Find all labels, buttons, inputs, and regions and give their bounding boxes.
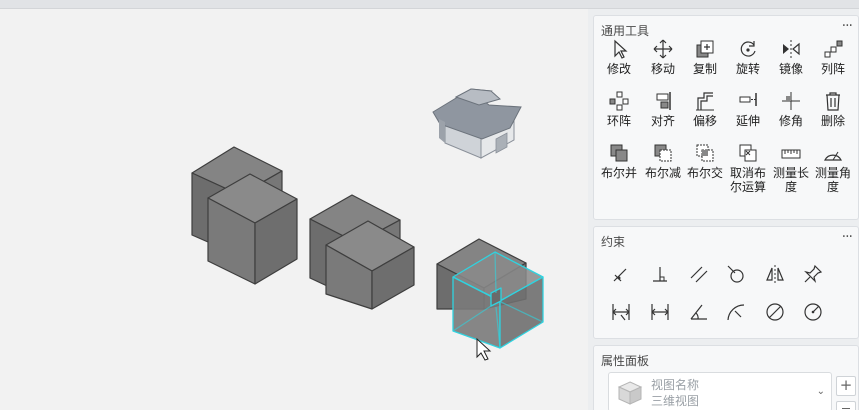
view-name-label: 视图名称 (651, 378, 700, 392)
parallel-constraint-icon[interactable] (688, 263, 710, 285)
view-name-value: 三维视图 (651, 394, 700, 408)
panel-title-properties: 属性面板 (601, 354, 650, 368)
right-sidebar: 通用工具 ··· 修改 移动 复制 旋转 镜像 列阵环阵 对齐 偏移 延伸 修角 删除布尔并 布尔减布… (588, 9, 859, 410)
move-icon (653, 39, 673, 59)
tangent-constraint-icon[interactable] (725, 263, 747, 285)
tool-label: 列阵 (820, 62, 845, 76)
tool-label: 镜像 (778, 62, 803, 76)
cancel-boolean-icon (739, 144, 757, 162)
view-cube-house[interactable] (432, 88, 522, 159)
tool-label: 修改 (606, 62, 631, 76)
view-selector[interactable]: 视图名称 三维视图 ⌄ (608, 372, 832, 410)
tool-label: 移动 (650, 62, 675, 76)
chevron-down-icon[interactable]: ⌄ (817, 386, 825, 397)
view-cube-icon (617, 381, 643, 405)
distance-dimension-icon[interactable] (649, 301, 671, 323)
diameter-dimension-icon[interactable] (764, 301, 786, 323)
solid-pair-2[interactable] (309, 194, 415, 310)
solid-pair-1[interactable] (191, 146, 298, 285)
tool-label: 修角 (778, 114, 803, 128)
tool-button-boolean-intersect[interactable]: 布尔交 (684, 142, 726, 180)
tool-label: 布尔交 (686, 166, 723, 180)
arc-dimension-icon[interactable] (725, 301, 747, 323)
mirror-icon (783, 40, 800, 58)
radius-dimension-icon[interactable] (802, 301, 824, 323)
offset-icon (696, 92, 714, 111)
tool-label: 偏移 (692, 114, 717, 128)
tool-button-trash[interactable]: 删除 (812, 90, 854, 128)
tool-label: 测量长度 (772, 166, 809, 194)
tool-label: 复制 (692, 62, 717, 76)
trim-corner-icon (782, 92, 800, 110)
top-bar (0, 0, 859, 9)
tool-button-circular-array[interactable]: 环阵 (598, 90, 640, 128)
tool-label: 取消布尔运算 (729, 166, 766, 194)
tool-button-move[interactable]: 移动 (642, 38, 684, 76)
tool-button-cursor[interactable]: 修改 (598, 38, 640, 76)
tool-label: 删除 (820, 114, 845, 128)
properties-panel: 属性面板 视图名称 三维视图 ⌄ + (593, 345, 859, 410)
tool-label: 延伸 (735, 114, 760, 128)
point-on-line-constraint-icon[interactable] (610, 263, 632, 285)
perpendicular-constraint-icon[interactable] (649, 263, 671, 285)
tool-label: 布尔并 (600, 166, 637, 180)
symmetry-constraint-icon[interactable] (764, 263, 786, 285)
panel-title-constraints: 约束 (601, 235, 626, 249)
angle-dimension-icon[interactable] (688, 301, 710, 323)
measure-length-icon (781, 149, 801, 159)
measure-angle-icon (824, 151, 842, 161)
tool-label: 旋转 (735, 62, 760, 76)
horizontal-dimension-icon[interactable] (610, 301, 632, 323)
viewport-canvas[interactable] (0, 9, 588, 410)
cursor-icon (614, 39, 628, 59)
tool-button-trim-corner[interactable]: 修角 (770, 90, 812, 128)
tool-button-align[interactable]: 对齐 (642, 90, 684, 128)
extend-icon (739, 93, 757, 106)
constraints-panel: 约束 ··· (593, 226, 859, 339)
tool-button-copy[interactable]: 复制 (684, 38, 726, 76)
copy-icon (696, 40, 714, 58)
pin-constraint-icon[interactable] (802, 263, 824, 285)
general-tools-panel: 通用工具 ··· 修改 移动 复制 旋转 镜像 列阵环阵 对齐 偏移 延伸 修角 删除布尔并 布尔减布… (593, 15, 859, 220)
tool-button-mirror[interactable]: 镜像 (770, 38, 812, 76)
tool-button-offset[interactable]: 偏移 (684, 90, 726, 128)
tool-label: 布尔减 (644, 166, 681, 180)
align-icon (656, 92, 671, 110)
tool-button-measure-length[interactable]: 测量长度 (770, 142, 812, 194)
constraints-more-button[interactable]: ··· (842, 229, 853, 245)
add-view-button[interactable]: + (836, 376, 856, 396)
tool-button-boolean-subtract[interactable]: 布尔减 (642, 142, 684, 180)
circular-array-icon (609, 91, 629, 111)
rotate-icon (740, 41, 756, 57)
tool-button-boolean-union[interactable]: 布尔并 (598, 142, 640, 180)
general-tools-more-button[interactable]: ··· (842, 18, 853, 34)
tool-button-extend[interactable]: 延伸 (727, 90, 769, 128)
collapse-view-button[interactable] (836, 401, 856, 410)
tool-label: 测量角度 (814, 166, 851, 194)
linear-array-icon (824, 40, 843, 58)
boolean-intersect-icon (696, 144, 714, 162)
tool-button-rotate[interactable]: 旋转 (727, 38, 769, 76)
3d-viewport[interactable] (0, 9, 588, 410)
tool-button-linear-array[interactable]: 列阵 (812, 38, 854, 76)
tool-button-cancel-boolean[interactable]: 取消布尔运算 (727, 142, 769, 194)
tool-label: 环阵 (606, 114, 631, 128)
tool-button-measure-angle[interactable]: 测量角度 (812, 142, 854, 194)
boolean-union-icon (610, 144, 628, 162)
minus-icon (842, 408, 850, 409)
tool-label: 对齐 (650, 114, 675, 128)
boolean-subtract-icon (654, 144, 672, 162)
trash-icon (826, 92, 840, 111)
solid-pair-3[interactable] (436, 238, 544, 349)
panel-title-general-tools: 通用工具 (601, 24, 650, 38)
